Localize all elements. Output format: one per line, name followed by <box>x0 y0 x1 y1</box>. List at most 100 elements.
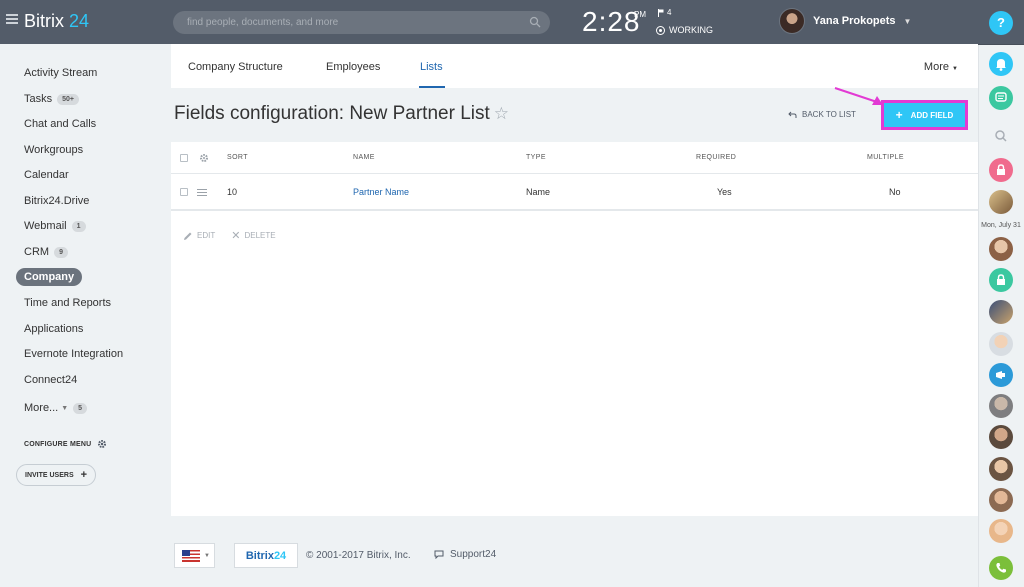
clock-ampm: PM <box>634 10 646 19</box>
tabs-bar: Company Structure Employees Lists More ▼ <box>171 44 978 88</box>
add-field-button[interactable]: + ADD FIELD <box>884 103 965 127</box>
sidebar-item-company[interactable]: Company <box>16 268 83 286</box>
tab-company-structure[interactable]: Company Structure <box>188 61 283 73</box>
announcement-icon[interactable] <box>989 363 1013 387</box>
right-bar: ? Mon, July 31 <box>978 0 1024 587</box>
contact-avatar-6[interactable] <box>989 425 1013 449</box>
search-input[interactable]: find people, documents, and more <box>173 11 550 34</box>
counter-badge: 1 <box>71 220 86 232</box>
sidebar-item-applications[interactable]: Applications <box>16 320 91 338</box>
plus-icon: + <box>895 108 903 122</box>
chat-bubble-icon <box>434 550 444 559</box>
page-title: Fields configuration: New Partner List ☆ <box>174 103 510 124</box>
grid-actions: EDIT ✕ DELETE <box>183 229 276 242</box>
left-menu: Activity Stream Tasks 50+ Chat and Calls … <box>0 44 171 587</box>
sidebar-item-more[interactable]: More... ▼ 5 <box>16 399 95 417</box>
column-header-name[interactable]: NAME <box>353 154 375 161</box>
column-header-type[interactable]: TYPE <box>526 154 546 161</box>
search-placeholder: find people, documents, and more <box>187 17 339 28</box>
contact-avatar-3[interactable] <box>989 300 1013 324</box>
contact-avatar-4[interactable] <box>989 332 1013 356</box>
counter-badge: 50+ <box>57 93 79 105</box>
user-menu[interactable]: Yana Prokopets ▼ <box>779 8 911 34</box>
cell-name-link[interactable]: Partner Name <box>353 187 409 197</box>
edit-button[interactable]: EDIT <box>183 229 215 242</box>
grid-header: SORT NAME TYPE REQUIRED MULTIPLE <box>171 142 978 174</box>
chat-icon[interactable] <box>989 86 1013 110</box>
help-icon[interactable]: ? <box>989 11 1013 35</box>
configure-menu-button[interactable]: CONFIGURE MENU <box>24 439 107 449</box>
delete-button[interactable]: ✕ DELETE <box>231 229 275 242</box>
flag-icon <box>658 8 664 17</box>
contact-avatar-2[interactable] <box>989 237 1013 261</box>
table-row[interactable]: 10 Partner Name Name Yes No <box>171 175 978 211</box>
row-checkbox[interactable] <box>180 188 188 196</box>
back-arrow-icon <box>788 111 797 118</box>
tab-lists[interactable]: Lists <box>420 61 443 73</box>
menu-icon[interactable] <box>6 14 18 24</box>
more-tabs-button[interactable]: More ▼ <box>924 61 958 73</box>
search-contacts-icon[interactable] <box>989 124 1013 148</box>
chevron-down-icon: ▼ <box>204 552 210 559</box>
language-selector[interactable]: ▼ <box>174 543 215 568</box>
star-icon[interactable]: ☆ <box>494 104 509 123</box>
top-bar: Bitrix 24 find people, documents, and mo… <box>0 0 978 44</box>
sidebar-item-workgroups[interactable]: Workgroups <box>16 141 91 159</box>
sidebar-item-evernote[interactable]: Evernote Integration <box>16 345 131 363</box>
sidebar-item-time-reports[interactable]: Time and Reports <box>16 294 119 312</box>
contact-avatar-5[interactable] <box>989 394 1013 418</box>
locked-group-icon[interactable] <box>989 268 1013 292</box>
sidebar-item-activity-stream[interactable]: Activity Stream <box>16 64 105 82</box>
status-icon <box>656 25 665 35</box>
avatar <box>779 8 805 34</box>
tab-employees[interactable]: Employees <box>326 61 380 73</box>
plus-icon: + <box>80 469 88 481</box>
column-header-multiple[interactable]: MULTIPLE <box>867 154 904 161</box>
sidebar-item-drive[interactable]: Bitrix24.Drive <box>16 192 97 210</box>
us-flag-icon <box>182 549 200 562</box>
counter-badge: 9 <box>54 246 68 258</box>
contact-avatar-1[interactable] <box>989 190 1013 214</box>
work-status[interactable]: WORKING <box>656 25 713 35</box>
support-link[interactable]: Support24 <box>434 549 496 560</box>
highlight-arrow-icon <box>834 87 883 105</box>
user-name: Yana Prokopets <box>813 15 896 27</box>
column-header-sort[interactable]: SORT <box>227 154 248 161</box>
flag-counter[interactable]: 4 <box>658 8 671 17</box>
search-icon[interactable] <box>529 16 541 28</box>
contact-avatar-7[interactable] <box>989 457 1013 481</box>
contact-avatar-9[interactable] <box>989 519 1013 543</box>
select-all-checkbox[interactable] <box>180 154 188 162</box>
sidebar-item-webmail[interactable]: Webmail 1 <box>16 217 94 235</box>
chevron-down-icon: ▼ <box>952 66 958 72</box>
cell-type: Name <box>526 187 551 197</box>
recent-date: Mon, July 31 <box>981 222 1021 229</box>
copyright-text: © 2001-2017 Bitrix, Inc. <box>306 550 411 561</box>
back-to-list-button[interactable]: BACK TO LIST <box>788 110 856 119</box>
sidebar-item-chat[interactable]: Chat and Calls <box>16 115 104 133</box>
footer-logo[interactable]: Bitrix 24 <box>234 543 298 568</box>
sidebar-item-connect24[interactable]: Connect24 <box>16 371 85 389</box>
gear-icon <box>98 440 107 448</box>
contact-avatar-8[interactable] <box>989 488 1013 512</box>
invite-users-button[interactable]: INVITE USERS + <box>16 464 97 486</box>
chevron-down-icon: ▼ <box>61 404 69 412</box>
column-header-required[interactable]: REQUIRED <box>696 154 736 161</box>
locked-chat-icon[interactable] <box>989 158 1013 182</box>
close-icon: ✕ <box>231 230 241 242</box>
cell-required: Yes <box>717 187 732 197</box>
drag-handle-icon[interactable] <box>197 189 207 198</box>
pencil-icon <box>184 232 192 240</box>
logo[interactable]: Bitrix 24 <box>24 11 89 32</box>
sidebar-item-tasks[interactable]: Tasks 50+ <box>16 90 87 108</box>
sidebar-item-crm[interactable]: CRM 9 <box>16 243 76 261</box>
sidebar-item-calendar[interactable]: Calendar <box>16 166 77 184</box>
gear-icon[interactable] <box>199 153 209 163</box>
cell-multiple: No <box>889 187 901 197</box>
clock-time: 2:28 <box>582 6 641 37</box>
counter-badge: 5 <box>73 402 88 414</box>
fields-grid: SORT NAME TYPE REQUIRED MULTIPLE 10 Part… <box>171 142 978 516</box>
notifications-icon[interactable] <box>989 52 1013 76</box>
cell-sort: 10 <box>227 187 238 197</box>
phone-icon[interactable] <box>989 556 1013 580</box>
